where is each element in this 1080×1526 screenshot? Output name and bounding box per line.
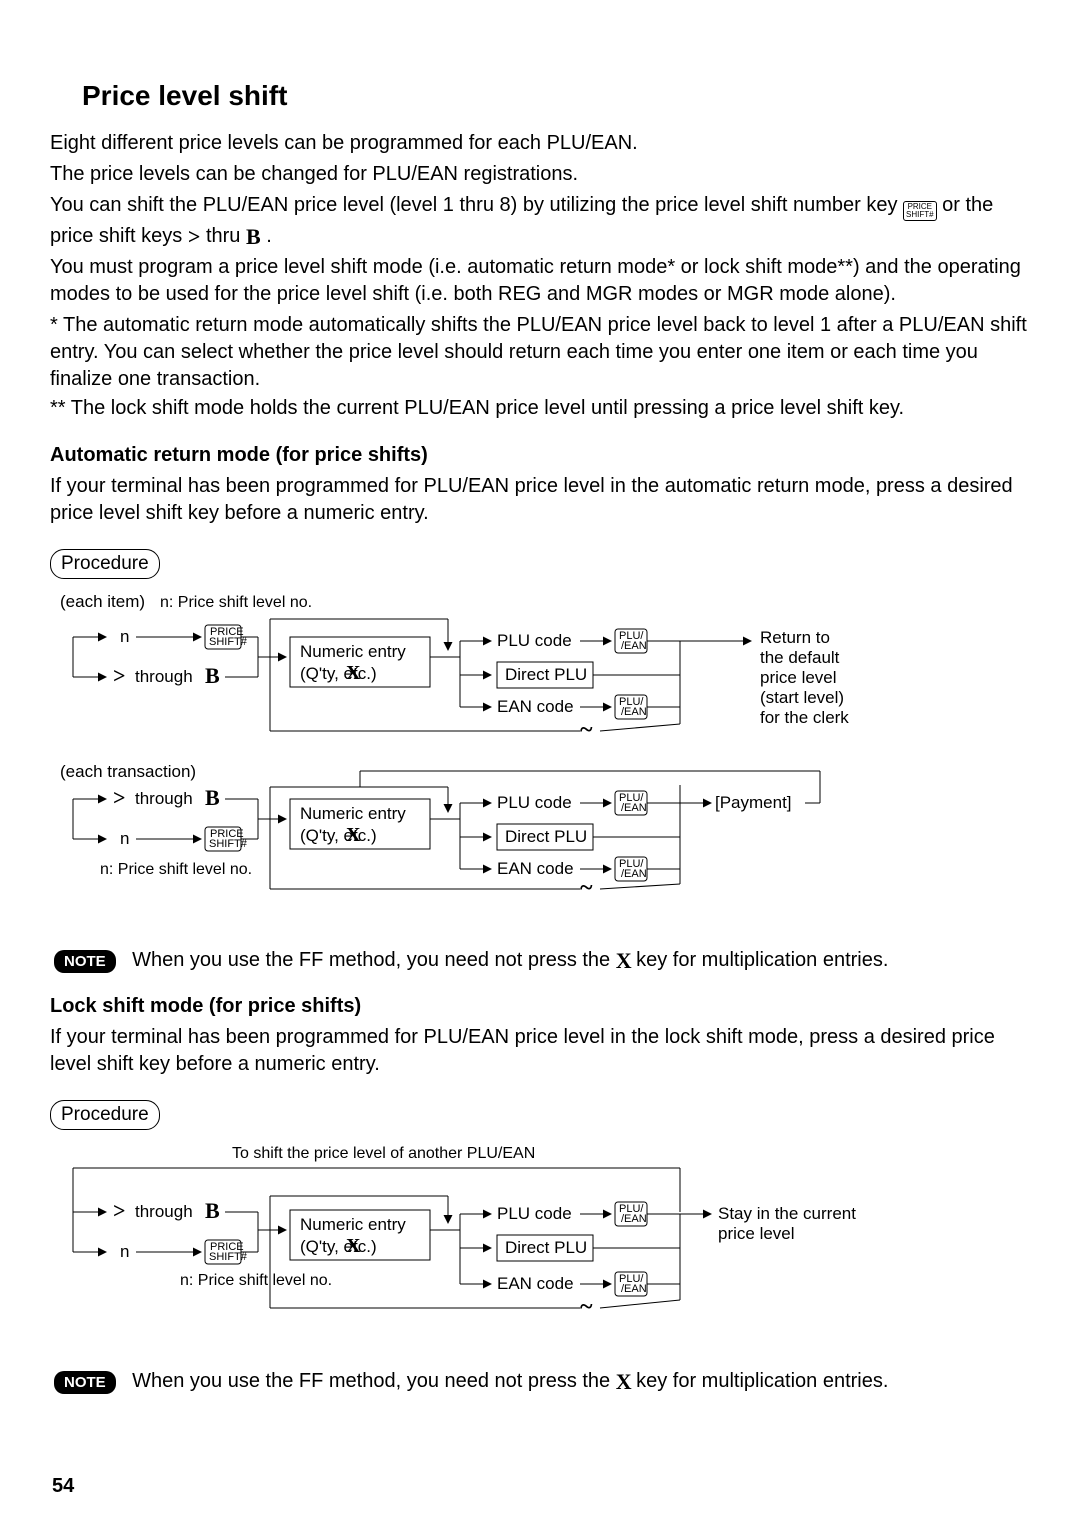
gt-key-icon: > bbox=[188, 224, 201, 249]
key2-bot: SHIFT# bbox=[209, 838, 248, 850]
numeric-entry-1a: Numeric entry bbox=[300, 642, 406, 661]
through-1b: through bbox=[135, 789, 193, 808]
b-glyph-2: B bbox=[205, 1198, 220, 1223]
plu-code-1a: PLU code bbox=[497, 631, 572, 650]
x-glyph-2: X bbox=[346, 1235, 361, 1257]
intro-line-3: You can shift the PLU/EAN price level (l… bbox=[50, 192, 1030, 250]
star-1a: * bbox=[50, 314, 63, 336]
plu-ean-bot-1a: /EAN bbox=[621, 640, 647, 652]
star-1b: The automatic return mode automatically … bbox=[50, 314, 1027, 390]
footnote-2: ** The lock shift mode holds the current… bbox=[50, 395, 1030, 422]
plu-ean-bot-1b: /EAN bbox=[621, 706, 647, 718]
intro-line-4: You must program a price level shift mod… bbox=[50, 254, 1030, 308]
qty-etc-1a: (Q'ty, etc.) bbox=[300, 664, 377, 683]
return-line3: price level bbox=[760, 668, 837, 687]
note-badge: NOTE bbox=[54, 950, 116, 973]
numeric-entry-1b: Numeric entry bbox=[300, 804, 406, 823]
auto-heading: Automatic return mode (for price shifts) bbox=[50, 444, 1030, 467]
return-line1: Return to bbox=[760, 628, 830, 647]
note-text-a: When you use the FF method, you need not… bbox=[132, 949, 616, 971]
x-glyph-1b: X bbox=[346, 824, 361, 846]
plu-ean-bot-1d: /EAN bbox=[621, 868, 647, 880]
note-row-2: NOTE When you use the FF method, you nee… bbox=[54, 1368, 1030, 1394]
plu-ean-bot-2a: /EAN bbox=[621, 1213, 647, 1225]
x-glyph-1a: X bbox=[346, 662, 361, 684]
note-text-a2: When you use the FF method, you need not… bbox=[132, 1370, 616, 1392]
each-item-label: (each item) bbox=[60, 592, 145, 611]
key-bot: SHIFT# bbox=[906, 211, 934, 219]
ean-code-1b: EAN code bbox=[497, 859, 574, 878]
note-badge: NOTE bbox=[54, 1371, 116, 1394]
each-transaction-label: (each transaction) bbox=[60, 762, 196, 781]
diagram-auto-mode: (each item) n: Price shift level no. n P… bbox=[50, 589, 1030, 929]
diagram-lock-mode: To shift the price level of another PLU/… bbox=[50, 1140, 1030, 1350]
qty-etc-1b: (Q'ty, etc.) bbox=[300, 826, 377, 845]
auto-body: If your terminal has been programmed for… bbox=[50, 473, 1030, 527]
return-line5: for the clerk bbox=[760, 708, 849, 727]
tilde-1a: ~ bbox=[580, 717, 593, 743]
intro-line-2: The price levels can be changed for PLU/… bbox=[50, 161, 1030, 188]
intro-3d: . bbox=[266, 225, 272, 247]
through-1a: through bbox=[135, 667, 193, 686]
through-2: through bbox=[135, 1202, 193, 1221]
ean-code-1a: EAN code bbox=[497, 697, 574, 716]
payment-label: [Payment] bbox=[715, 793, 792, 812]
stay-line1: Stay in the current bbox=[718, 1204, 856, 1223]
key3-bot: SHIFT# bbox=[209, 1251, 248, 1263]
note-row-1: NOTE When you use the FF method, you nee… bbox=[54, 947, 1030, 973]
lock-body: If your terminal has been programmed for… bbox=[50, 1024, 1030, 1078]
x-key-icon-2: X bbox=[616, 1369, 632, 1394]
tilde-1b: ~ bbox=[580, 875, 593, 901]
gt-glyph-1a: > bbox=[113, 663, 126, 688]
n-caption-bottom: n: Price shift level no. bbox=[100, 861, 252, 878]
note-text-b: key for multiplication entries. bbox=[636, 949, 888, 971]
b-glyph-1a: B bbox=[205, 663, 220, 688]
return-line2: the default bbox=[760, 648, 840, 667]
stay-line2: price level bbox=[718, 1224, 795, 1243]
qty-etc-2: (Q'ty, etc.) bbox=[300, 1237, 377, 1256]
direct-plu-1a: Direct PLU bbox=[505, 665, 587, 684]
n-letter-1: n bbox=[120, 627, 129, 646]
gt-glyph-1b: > bbox=[113, 785, 126, 810]
n-caption-top: n: Price shift level no. bbox=[160, 594, 312, 611]
shift-caption: To shift the price level of another PLU/… bbox=[232, 1145, 535, 1162]
intro-line-1: Eight different price levels can be prog… bbox=[50, 130, 1030, 157]
footnote-1: * The automatic return mode automaticall… bbox=[50, 312, 1030, 393]
plu-ean-bot-2b: /EAN bbox=[621, 1283, 647, 1295]
plu-ean-bot-1c: /EAN bbox=[621, 802, 647, 814]
n-letter-3: n bbox=[120, 1242, 129, 1261]
plu-code-1b: PLU code bbox=[497, 793, 572, 812]
intro-3c: thru bbox=[206, 225, 246, 247]
ean-code-2: EAN code bbox=[497, 1274, 574, 1293]
page-number: 54 bbox=[52, 1475, 74, 1498]
n-letter-2: n bbox=[120, 829, 129, 848]
n-caption-2: n: Price shift level no. bbox=[180, 1272, 332, 1289]
x-key-icon: X bbox=[616, 948, 632, 973]
direct-plu-1b: Direct PLU bbox=[505, 827, 587, 846]
note-text-b2: key for multiplication entries. bbox=[636, 1370, 888, 1392]
return-line4: (start level) bbox=[760, 688, 844, 707]
price-shift-key-icon: PRICE SHIFT# bbox=[903, 201, 937, 221]
page-title: Price level shift bbox=[82, 80, 1030, 112]
numeric-entry-2: Numeric entry bbox=[300, 1215, 406, 1234]
b-glyph-1b: B bbox=[205, 785, 220, 810]
gt-glyph-2: > bbox=[113, 1198, 126, 1223]
procedure-label-1: Procedure bbox=[50, 549, 160, 579]
plu-code-2: PLU code bbox=[497, 1204, 572, 1223]
b-key-icon: B bbox=[246, 224, 261, 249]
intro-3a: You can shift the PLU/EAN price level (l… bbox=[50, 194, 903, 216]
lock-heading: Lock shift mode (for price shifts) bbox=[50, 995, 1030, 1018]
procedure-label-2: Procedure bbox=[50, 1100, 160, 1130]
tilde-2: ~ bbox=[580, 1294, 593, 1320]
direct-plu-2: Direct PLU bbox=[505, 1238, 587, 1257]
key-bot: SHIFT# bbox=[209, 636, 248, 648]
